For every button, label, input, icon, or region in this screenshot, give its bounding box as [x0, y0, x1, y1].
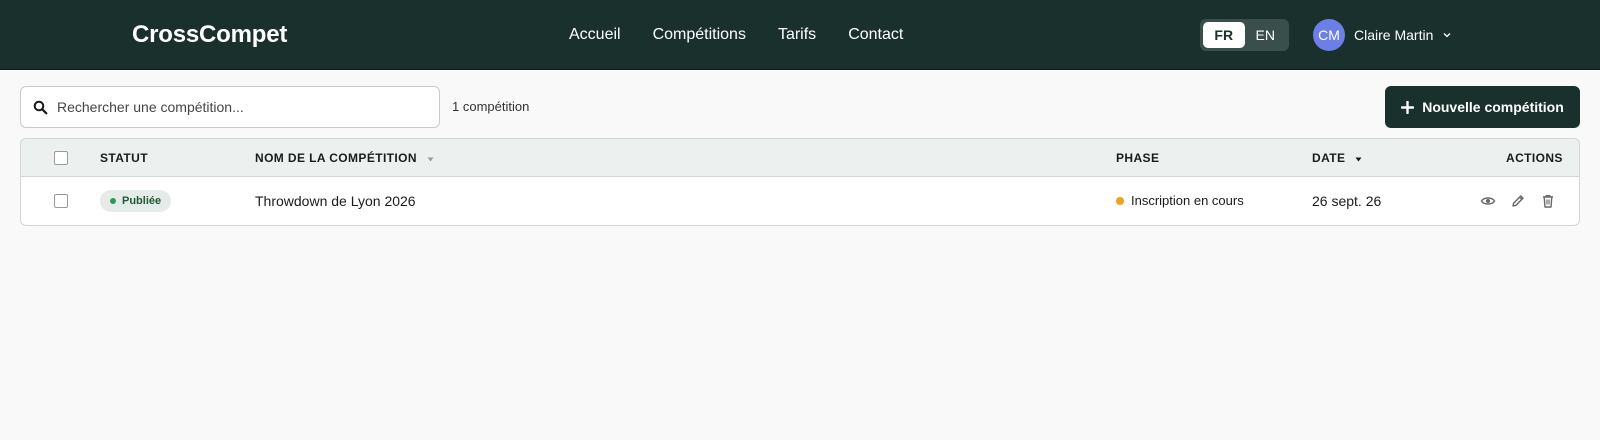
avatar: CM [1313, 19, 1345, 51]
nav-link-contact[interactable]: Contact [848, 26, 903, 44]
app-logo[interactable]: CrossCompet [132, 0, 287, 70]
result-count: 1 compétition [452, 99, 530, 114]
column-status: STATUT [100, 151, 148, 165]
competition-name[interactable]: Throwdown de Lyon 2026 [255, 177, 416, 225]
user-menu[interactable]: CM Claire Martin [1313, 19, 1451, 51]
phase-dot [1116, 197, 1124, 205]
sort-icon [1355, 139, 1362, 177]
language-fr-button[interactable]: FR [1203, 22, 1245, 48]
table-row[interactable]: Publiée Throwdown de Lyon 2026 Inscripti… [21, 177, 1579, 225]
search-icon [33, 100, 48, 120]
phase-label: Inscription en cours [1131, 193, 1244, 208]
competition-date: 26 sept. 26 [1312, 193, 1382, 209]
status-label: Publiée [122, 195, 162, 207]
column-actions: ACTIONS [1506, 151, 1563, 165]
language-en-button[interactable]: EN [1245, 22, 1287, 48]
column-phase: PHASE [1116, 151, 1160, 165]
new-competition-button[interactable]: Nouvelle compétition [1385, 86, 1580, 128]
search-box [20, 86, 440, 128]
select-all-checkbox[interactable] [54, 151, 68, 165]
nav-link-competitions[interactable]: Compétitions [653, 26, 746, 44]
new-competition-label: Nouvelle compétition [1422, 99, 1564, 115]
eye-icon[interactable] [1480, 193, 1496, 214]
table-header: STATUT NOM DE LA COMPÉTITION PHASE DATE … [21, 139, 1579, 177]
main-nav: Accueil Compétitions Tarifs Contact [569, 0, 935, 70]
column-name-label: NOM DE LA COMPÉTITION [255, 151, 417, 165]
pencil-icon[interactable] [1510, 193, 1526, 214]
sort-icon [427, 139, 434, 177]
competitions-table: STATUT NOM DE LA COMPÉTITION PHASE DATE … [20, 138, 1580, 226]
top-navbar: CrossCompet Accueil Compétitions Tarifs … [0, 0, 1600, 70]
column-name[interactable]: NOM DE LA COMPÉTITION [255, 139, 434, 177]
nav-link-tarifs[interactable]: Tarifs [778, 26, 816, 44]
row-checkbox[interactable] [54, 194, 68, 208]
nav-link-accueil[interactable]: Accueil [569, 26, 621, 44]
status-badge: Publiée [100, 190, 172, 212]
trash-icon[interactable] [1540, 193, 1556, 214]
column-date-label: DATE [1312, 151, 1346, 165]
language-toggle: FR EN [1200, 19, 1289, 51]
user-name: Claire Martin [1354, 27, 1434, 43]
plus-icon [1401, 100, 1415, 114]
search-input[interactable] [57, 87, 427, 127]
chevron-down-icon [1443, 32, 1451, 38]
status-dot [110, 198, 116, 204]
column-date[interactable]: DATE [1312, 139, 1362, 177]
